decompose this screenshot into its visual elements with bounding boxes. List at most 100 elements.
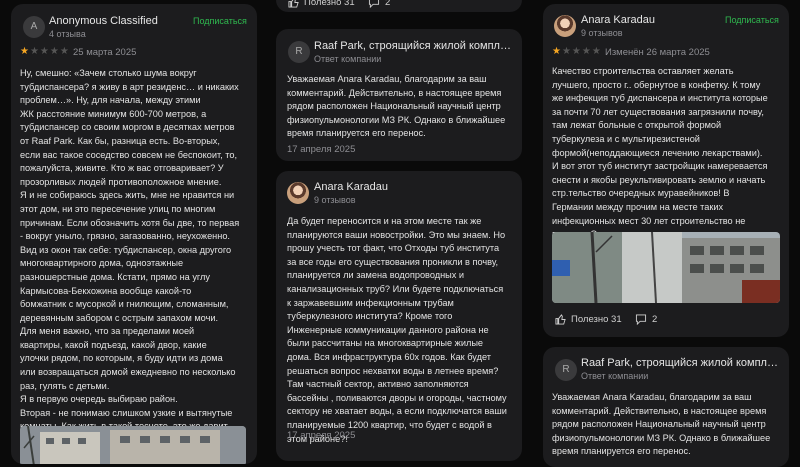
star-icon: ★★★★ bbox=[561, 46, 602, 57]
text-line: комментарий. Действительно, в настоящее … bbox=[287, 87, 502, 98]
text-line: разношерстные дома. Кстати, прямо на угл… bbox=[20, 271, 211, 282]
avatar[interactable]: A bbox=[23, 16, 45, 38]
text-line: Вторая - не понимаю слишком узкие и вытя… bbox=[20, 407, 233, 418]
review-text: Ну, смешно: «Зачем столько шума вокруг ту… bbox=[20, 67, 252, 461]
text-line: же инфекция туб диспансера и института к… bbox=[552, 93, 768, 104]
text-line: бассейны , поливаются дворы и огороды, ч… bbox=[287, 392, 507, 403]
author-name[interactable]: Anonymous Classified bbox=[49, 15, 158, 27]
text-line: снести и якобы реукльтивировать землю и … bbox=[552, 174, 766, 185]
text-line: дома. Вся инфраструктура 60х годов. Как … bbox=[287, 351, 491, 362]
text-line: Уважаемая Anara Karadau, благодарим за в… bbox=[552, 392, 752, 402]
review-footer-strip: Полезно 31 2 bbox=[276, 0, 522, 12]
text-line: канализационных труб? Или будете подключ… bbox=[287, 283, 504, 294]
helpful-label: Полезно 31 bbox=[304, 0, 355, 8]
text-line: деревянным забором с острым запахом мочи… bbox=[20, 312, 219, 323]
text-line: стр.тельство очередных муравейников! В bbox=[552, 188, 730, 199]
text-line: за все годы его существования проникли в… bbox=[287, 256, 499, 267]
review-date: 25 марта 2025 bbox=[73, 47, 137, 58]
text-line: прошу учесть тот факт, что Отходы туб ин… bbox=[287, 243, 500, 254]
text-line: к заржавевшим инфекционным трубам bbox=[287, 297, 454, 308]
building-photo-graphic bbox=[20, 426, 246, 464]
text-line: Я в первую очередь выбираю район. bbox=[20, 394, 178, 405]
company-avatar[interactable]: R bbox=[555, 359, 577, 381]
text-line: квартиры, какой подъезд, какой двор, как… bbox=[20, 339, 207, 350]
company-avatar[interactable]: R bbox=[288, 41, 310, 63]
construction-photo-graphic bbox=[552, 232, 780, 303]
company-name[interactable]: Raaf Park, строящийся жилой компл… bbox=[314, 40, 511, 52]
text-line: Ну, смешно: «Зачем столько шума вокруг bbox=[20, 68, 197, 78]
text-line: рядом расположен Национальный научный це… bbox=[552, 419, 766, 430]
text-line: Да будет переносится и на этом месте так… bbox=[287, 216, 482, 226]
text-line: за почти 70 лет существования загрязнили… bbox=[552, 106, 764, 117]
subscribe-button[interactable]: Подписаться bbox=[725, 15, 779, 25]
avatar[interactable] bbox=[287, 182, 309, 204]
rating-stars: ★★★★★ bbox=[552, 46, 602, 57]
text-line: Качество строительства оставляет желать bbox=[552, 66, 734, 76]
rating-stars: ★★★★★ bbox=[20, 46, 70, 57]
text-line: этот дом, ни это пересечение улиц по мно… bbox=[20, 203, 216, 214]
thumbs-up-icon bbox=[555, 314, 566, 325]
review-card-anonymous: A Anonymous Classified 4 отзыва Подписат… bbox=[11, 4, 257, 464]
text-line: там лежат больные с открытой формой bbox=[552, 120, 722, 131]
text-line: Германии между прочим на месте таких bbox=[552, 201, 724, 212]
text-line: улочки рядом, по которым, я буду идти из… bbox=[20, 353, 223, 364]
reply-date: 17 апреля 2025 bbox=[287, 144, 356, 155]
review-count: 9 отзывов bbox=[314, 195, 356, 205]
text-line: Для меня важно, что за пределами моей bbox=[20, 326, 195, 337]
text-line: были рассчитаны на многоквартирные жилые bbox=[287, 338, 484, 349]
text-line: лучшего, просто г.. обернутое в конфетку… bbox=[552, 79, 761, 90]
text-line: раз, гулять с детьми. bbox=[20, 380, 110, 391]
company-reply-label: Ответ компании bbox=[314, 54, 382, 64]
text-line: или возвращаться домой ежедневно по неск… bbox=[20, 367, 236, 378]
company-reply-label: Ответ компании bbox=[581, 371, 649, 381]
thumbs-up-icon bbox=[288, 0, 299, 8]
text-line: ЖК расстояние минимум 600-700 метров, а bbox=[20, 108, 207, 119]
text-line: если вас такое соседство совсем не беспо… bbox=[20, 149, 238, 160]
text-line: планируются ваши новостройки. Это мы зна… bbox=[287, 229, 506, 240]
text-line: время планируется его перенос. bbox=[552, 446, 691, 457]
review-date: 17 апреля 2025 bbox=[287, 430, 356, 441]
reply-text: Уважаемая Anara Karadau, благодарим за в… bbox=[552, 391, 786, 459]
comments-button[interactable]: 2 bbox=[635, 314, 657, 325]
review-count: 9 отзывов bbox=[581, 28, 623, 38]
comment-icon bbox=[635, 314, 647, 325]
review-card-anara: Anara Karadau 9 отзывов Подписаться ★★★★… bbox=[543, 4, 789, 337]
company-reply-card: R Raaf Park, строящийся жилой компл… Отв… bbox=[543, 347, 789, 467]
text-line: Вид из окон так себе: тубдиспансер, окна… bbox=[20, 244, 232, 255]
text-line: Кармысова-Бекхожина вообще какой-то bbox=[20, 285, 192, 296]
review-photo[interactable] bbox=[20, 426, 246, 464]
text-line: физиопульмонологии МЗ РК. Однако в ближа… bbox=[287, 114, 506, 125]
text-line: бомжатник с мусоркой и гнилющим, сломанн… bbox=[20, 299, 229, 310]
helpful-button[interactable]: Полезно 31 bbox=[288, 0, 355, 8]
review-photo[interactable] bbox=[552, 232, 780, 303]
text-line: проблем…». Ну, для начала, между этими bbox=[20, 95, 201, 106]
comment-icon bbox=[368, 0, 380, 8]
avatar[interactable] bbox=[554, 15, 576, 37]
text-line: Инженерные коммуникации данного района н… bbox=[287, 324, 489, 335]
text-line: тубдиспансера? я живу в арт резиденс… и … bbox=[20, 81, 239, 92]
text-line: многоквартирного дома, одноэтажные bbox=[20, 258, 184, 269]
review-text: Качество строительства оставляет желать л… bbox=[552, 65, 786, 242]
text-line: Там частный сектор, активно заполняются bbox=[287, 379, 469, 390]
company-name[interactable]: Raaf Park, строящийся жилой компл… bbox=[581, 357, 778, 369]
text-line: тубдиспансер со своим моргом в десятках … bbox=[20, 122, 235, 133]
author-name[interactable]: Anara Karadau bbox=[314, 181, 388, 193]
text-line: время планируется его перенос. bbox=[287, 128, 426, 139]
text-line: Я и не собираюсь здесь жить, мне не нрав… bbox=[20, 190, 235, 201]
subscribe-button[interactable]: Подписаться bbox=[193, 16, 247, 26]
author-name[interactable]: Anara Karadau bbox=[581, 14, 655, 26]
comments-button[interactable]: 2 bbox=[368, 0, 390, 8]
text-line: - вокруг уныло, грязно, загазованно, неу… bbox=[20, 231, 230, 242]
text-line: пожалуйста, живите. Кто ж вас отговарива… bbox=[20, 163, 224, 174]
text-line: комментарий. Действительно, в настоящее … bbox=[552, 405, 767, 416]
helpful-button[interactable]: Полезно 31 bbox=[555, 314, 622, 325]
text-line: инфекционных мест 30 лет строительство н… bbox=[552, 215, 746, 226]
text-line: физиопульмонологии МЗ РК. Однако в ближа… bbox=[552, 432, 771, 443]
text-line: Уважаемая Anara Karadau, благодарим за в… bbox=[287, 74, 487, 84]
helpful-label: Полезно 31 bbox=[571, 314, 622, 325]
reply-text: Уважаемая Anara Karadau, благодарим за в… bbox=[287, 73, 517, 141]
company-reply-card: R Raaf Park, строящийся жилой компл… Отв… bbox=[276, 29, 522, 161]
text-line: планируется ли замена водопроводных и bbox=[287, 270, 465, 281]
text-line: туберкулезного института? Кроме того bbox=[287, 311, 453, 322]
text-line: от Raaf Park. Как бы, разница есть. Во-в… bbox=[20, 135, 220, 146]
